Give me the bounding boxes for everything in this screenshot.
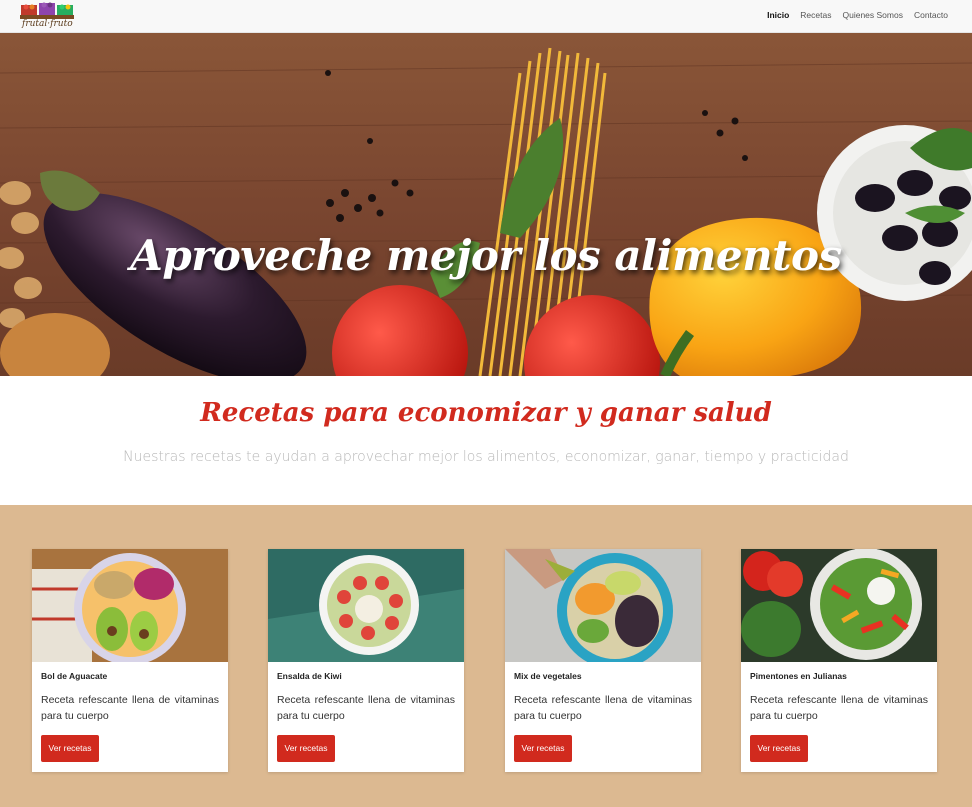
ver-recetas-button[interactable]: Ver recetas bbox=[277, 735, 335, 762]
recipe-image-avocado-bowl[interactable] bbox=[32, 549, 228, 662]
recipe-description: Receta refescante llena de vitaminas par… bbox=[514, 694, 692, 722]
recipe-card: Pimentones en Julianas Receta refescante… bbox=[741, 549, 937, 772]
recipe-title: Bol de Aguacate bbox=[41, 671, 108, 681]
recipe-title: Mix de vegetales bbox=[514, 671, 582, 681]
nav-menu: Inicio Recetas Quienes Somos Contacto bbox=[767, 10, 948, 20]
nav-item-inicio[interactable]: Inicio bbox=[767, 10, 789, 20]
intro-title: Recetas para economizar y ganar salud bbox=[200, 398, 772, 428]
intro-section: Recetas para economizar y ganar salud Nu… bbox=[0, 376, 972, 505]
recipes-section: Bol de Aguacate Receta refescante llena … bbox=[0, 505, 972, 807]
ver-recetas-button[interactable]: Ver recetas bbox=[514, 735, 572, 762]
nav-item-quienes-somos[interactable]: Quienes Somos bbox=[842, 10, 902, 20]
ver-recetas-button[interactable]: Ver recetas bbox=[41, 735, 99, 762]
hero-food-image bbox=[0, 33, 972, 376]
recipe-card: Ensalda de Kiwi Receta refescante llena … bbox=[268, 549, 464, 772]
nav-item-contacto[interactable]: Contacto bbox=[914, 10, 948, 20]
hero-banner: Aproveche mejor los alimentos bbox=[0, 33, 972, 376]
recipe-title: Pimentones en Julianas bbox=[750, 671, 847, 681]
nav-item-recetas[interactable]: Recetas bbox=[800, 10, 831, 20]
recipe-description: Receta refescante llena de vitaminas par… bbox=[750, 694, 928, 722]
intro-subtitle: Nuestras recetas te ayudan a aprovechar … bbox=[123, 449, 849, 465]
recipe-image-julienne-peppers[interactable] bbox=[741, 549, 937, 662]
recipe-image-kiwi-salad[interactable] bbox=[268, 549, 464, 662]
recipe-title: Ensalda de Kiwi bbox=[277, 671, 342, 681]
recipe-card: Mix de vegetales Receta refescante llena… bbox=[505, 549, 701, 772]
ver-recetas-button[interactable]: Ver recetas bbox=[750, 735, 808, 762]
brand-logo-text: frutal·fruto bbox=[22, 19, 73, 29]
hero-title: Aproveche mejor los alimentos bbox=[130, 231, 842, 280]
fruit-crates-icon bbox=[20, 2, 74, 19]
recipe-description: Receta refescante llena de vitaminas par… bbox=[277, 694, 455, 722]
recipe-card: Bol de Aguacate Receta refescante llena … bbox=[32, 549, 228, 772]
recipe-description: Receta refescante llena de vitaminas par… bbox=[41, 694, 219, 722]
brand-logo[interactable]: frutal·fruto bbox=[18, 1, 76, 32]
navbar: frutal·fruto Inicio Recetas Quienes Somo… bbox=[0, 0, 972, 33]
recipe-image-vegetable-mix[interactable] bbox=[505, 549, 701, 662]
